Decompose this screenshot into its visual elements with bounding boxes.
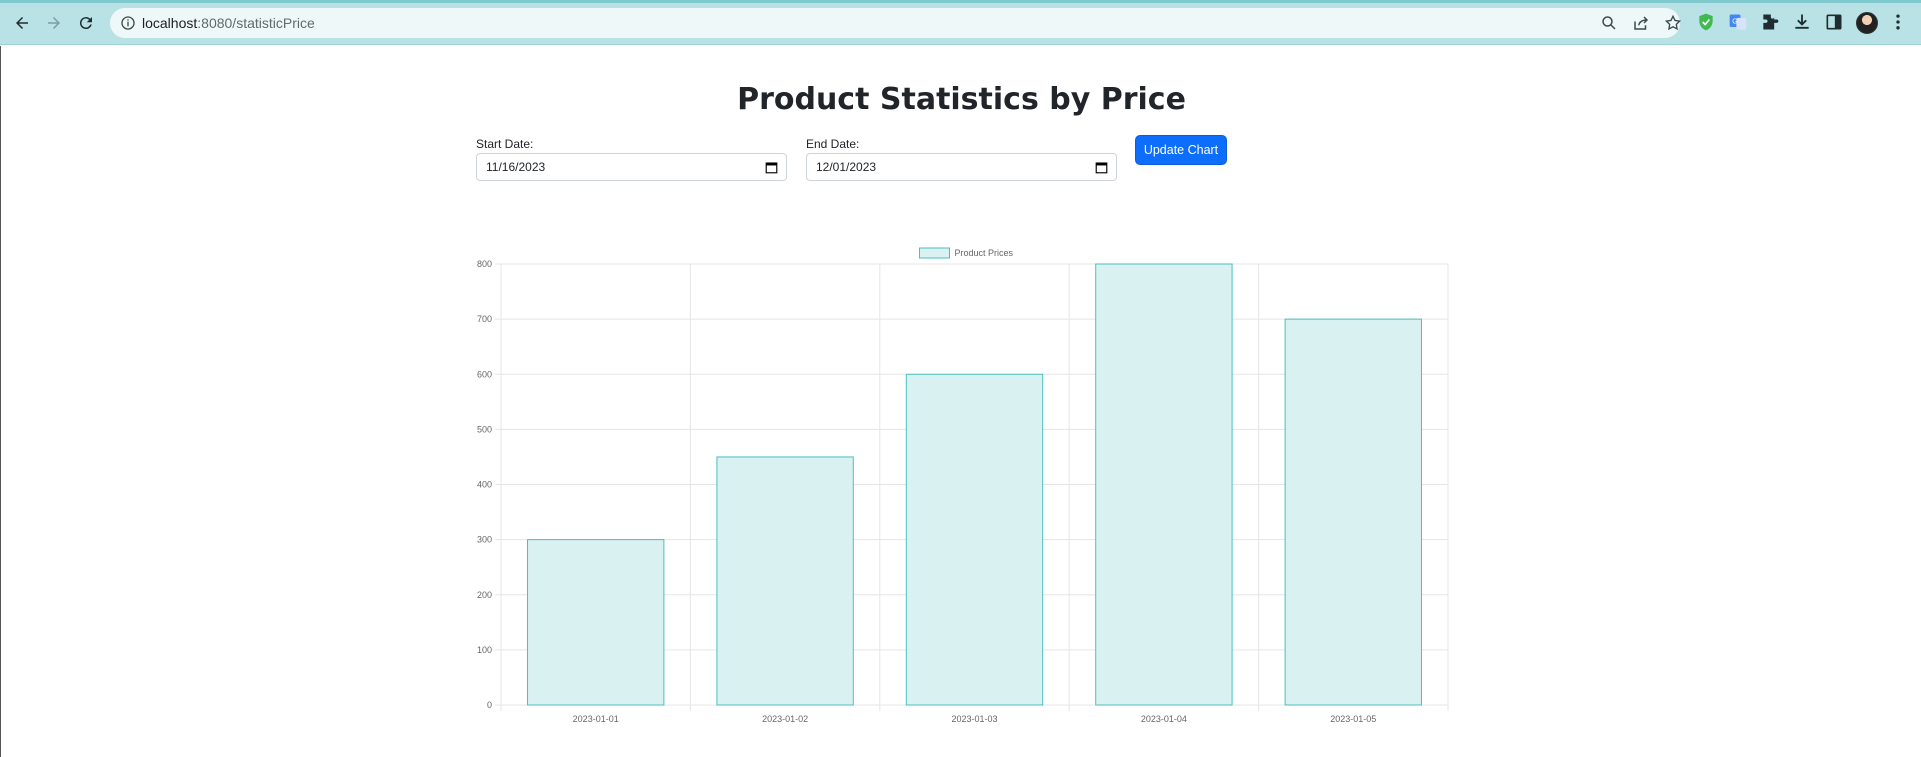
x-tick-label: 2023-01-02 [762,714,808,724]
url-text[interactable]: localhost:8080/statisticPrice [142,15,315,31]
y-tick-label: 300 [477,535,492,545]
profile-avatar[interactable] [1856,12,1878,34]
y-tick-label: 100 [477,645,492,655]
y-tick-label: 800 [477,259,492,269]
tab-strip [0,0,1921,3]
price-bar-chart: 0 100 200 300 400 500 600 700 800 2023-01-01 2023-… [477,247,1449,724]
url-host: localhost [142,15,198,31]
y-tick-label: 0 [487,700,492,710]
menu-kebab-icon[interactable] [1887,11,1909,33]
legend-label: Product Prices [955,248,1014,258]
bar [1095,263,1233,706]
shield-extension-icon[interactable] [1695,11,1717,33]
y-tick-label: 500 [477,424,492,434]
x-tick-label: 2023-01-05 [1330,714,1376,724]
url-path: :8080/statisticPrice [197,15,315,31]
address-bar[interactable]: localhost:8080/statisticPrice [110,8,1682,38]
end-date-value: 12/01/2023 [816,160,877,174]
extensions-puzzle-icon[interactable] [1759,11,1781,33]
browser-toolbar: localhost:8080/statisticPrice G [0,0,1921,45]
zoom-icon[interactable] [1600,14,1618,32]
forward-button[interactable] [41,10,67,36]
page-title: Product Statistics by Price [737,82,1186,117]
arrow-right-icon [48,17,60,29]
download-icon[interactable] [1791,11,1813,33]
legend-swatch [919,247,950,259]
end-date-input[interactable]: 12/01/2023 [806,153,1117,181]
share-icon[interactable] [1632,14,1650,32]
x-tick-label: 2023-01-03 [951,714,997,724]
y-tick-label: 700 [477,314,492,324]
reload-button[interactable] [73,10,99,36]
start-date-label: Start Date: [476,137,534,151]
bar [1284,318,1422,706]
end-date-label: End Date: [806,137,860,151]
x-tick-label: 2023-01-01 [573,714,619,724]
bookmark-star-icon[interactable] [1664,14,1682,32]
bar [905,373,1044,706]
start-date-value: 11/16/2023 [486,160,546,174]
calendar-icon[interactable] [765,161,778,174]
y-tick-label: 400 [477,480,492,490]
y-tick-label: 200 [477,590,492,600]
y-tick-label: 600 [477,369,492,379]
calendar-icon[interactable] [1095,161,1108,174]
info-icon[interactable] [120,15,136,31]
bar [527,539,665,706]
translate-extension-icon[interactable]: G [1727,11,1749,33]
side-panel-icon[interactable] [1823,11,1845,33]
back-button[interactable] [9,10,35,36]
svg-text:G: G [1732,17,1738,26]
arrow-left-icon [16,17,28,29]
page-content: Product Statistics by Price Start Date: … [0,46,1921,757]
x-tick-label: 2023-01-04 [1141,714,1187,724]
bar [716,456,854,706]
update-chart-button[interactable]: Update Chart [1135,135,1227,165]
reload-icon [79,17,92,30]
start-date-input[interactable]: 11/16/2023 [476,153,787,181]
